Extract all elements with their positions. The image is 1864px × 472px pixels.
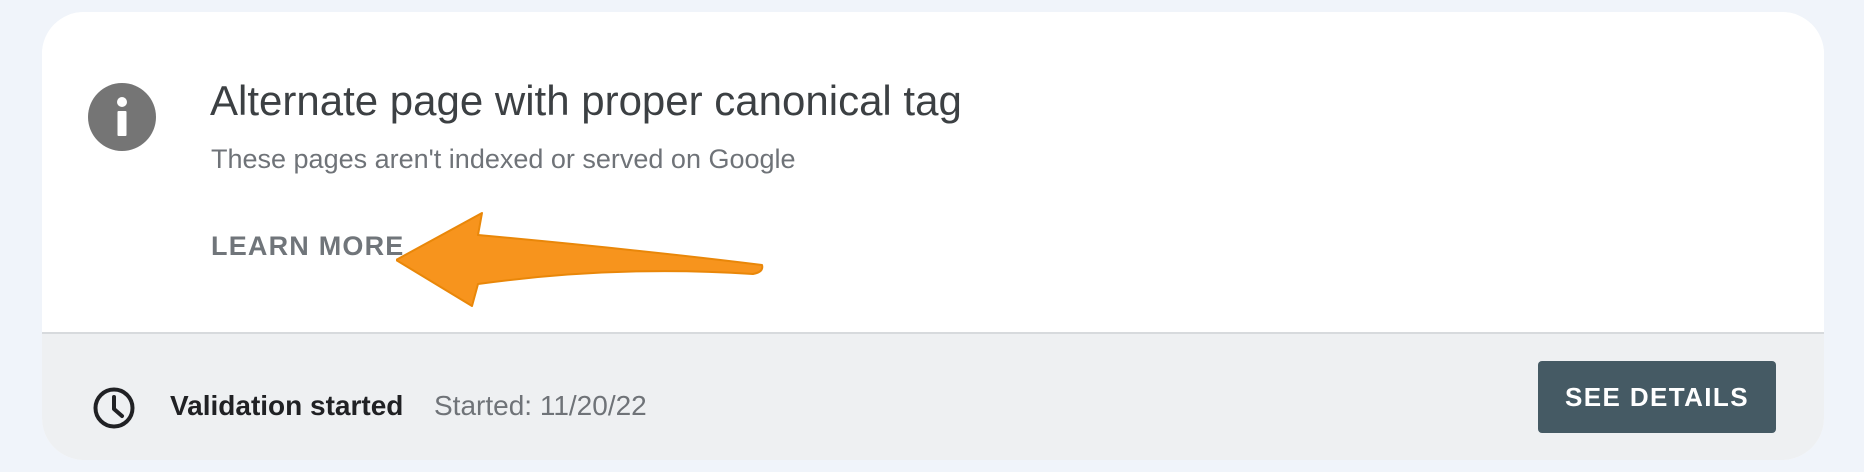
issue-title: Alternate page with proper canonical tag (210, 77, 962, 124)
see-details-button[interactable]: SEE DETAILS (1538, 361, 1776, 433)
validation-bar: Validation started Started: 11/20/22 SEE… (42, 332, 1824, 460)
info-icon (88, 83, 156, 151)
validation-date: Started: 11/20/22 (434, 390, 647, 421)
arrow-annotation-icon (396, 212, 764, 307)
clock-icon (93, 387, 135, 429)
issue-subtitle: These pages aren't indexed or served on … (211, 144, 796, 174)
validation-status: Validation started (170, 390, 404, 421)
issue-card: Alternate page with proper canonical tag… (42, 12, 1824, 460)
issue-header: Alternate page with proper canonical tag… (42, 12, 1824, 332)
learn-more-link[interactable]: LEARN MORE (211, 229, 405, 263)
